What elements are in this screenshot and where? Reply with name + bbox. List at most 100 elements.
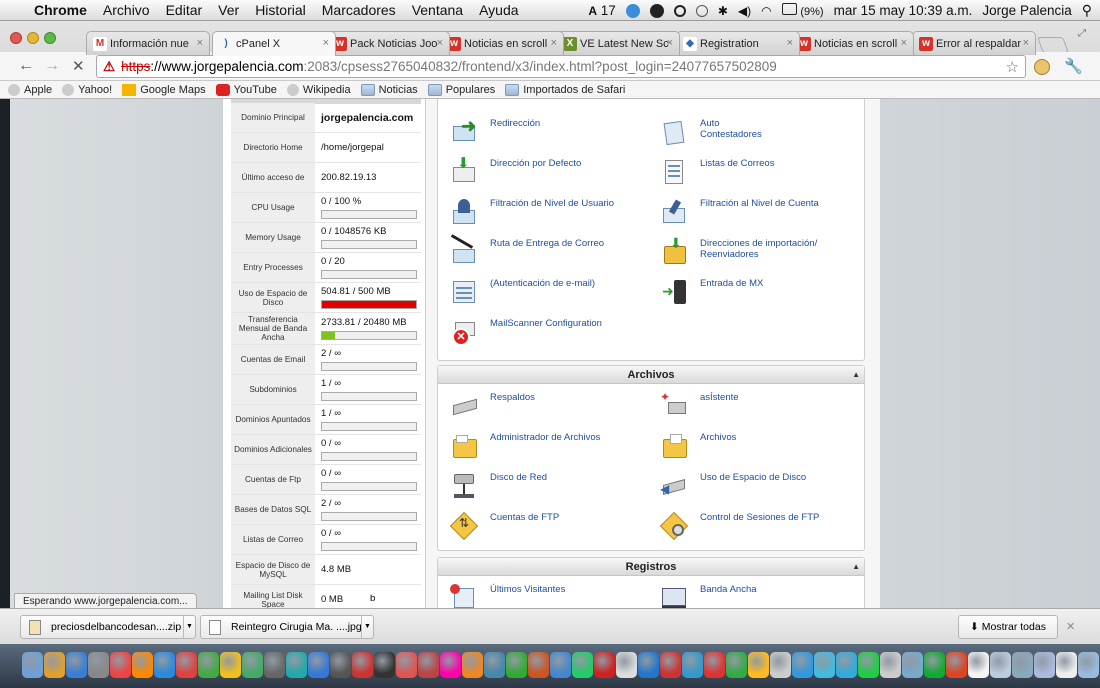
dock-app-icon[interactable] bbox=[682, 652, 703, 678]
menu-ayuda[interactable]: Ayuda bbox=[479, 2, 518, 18]
dock-app-icon[interactable] bbox=[374, 652, 395, 678]
tab-close-icon[interactable]: × bbox=[551, 37, 557, 49]
feature-label[interactable]: Filtración al Nivel de Cuenta bbox=[700, 198, 819, 209]
dock-app-icon[interactable] bbox=[880, 652, 901, 678]
feature-label[interactable]: Cuentas de FTP bbox=[490, 512, 559, 523]
sync-icon[interactable] bbox=[625, 3, 640, 18]
dock-app-icon[interactable] bbox=[924, 652, 945, 678]
menu-archivo[interactable]: Archivo bbox=[103, 2, 150, 18]
dock-app-icon[interactable] bbox=[726, 652, 747, 678]
gear-icon[interactable] bbox=[673, 4, 686, 17]
feature-link[interactable]: ⇅ Cuentas de FTP bbox=[449, 511, 650, 541]
close-shelf-icon[interactable]: ✕ bbox=[1066, 620, 1075, 633]
tab-4[interactable]: w Noticias en scroll × bbox=[440, 31, 564, 55]
tab-close-icon[interactable]: × bbox=[1023, 37, 1029, 49]
tab-2[interactable]: ) cPanel X × bbox=[212, 31, 336, 56]
dock-app-icon[interactable] bbox=[638, 652, 659, 678]
feature-label[interactable]: Disco de Red bbox=[490, 472, 547, 483]
dock-app-icon[interactable] bbox=[858, 652, 879, 678]
feature-link[interactable]: Ruta de Entrega de Correo bbox=[450, 234, 650, 266]
feature-label[interactable]: asÍstente bbox=[700, 392, 739, 403]
feature-label[interactable]: Banda Ancha bbox=[700, 584, 757, 595]
backup-wizard-icon[interactable]: ✦ bbox=[660, 391, 688, 420]
wifi-icon[interactable]: ◠ bbox=[761, 4, 771, 18]
feature-label[interactable]: Uso de Espacio de Disco bbox=[700, 472, 806, 483]
feature-label[interactable]: Auto Contestadores bbox=[700, 118, 762, 140]
dock-app-icon[interactable] bbox=[968, 652, 989, 678]
dock-app-icon[interactable] bbox=[418, 652, 439, 678]
bookmark-google-maps[interactable]: Google Maps bbox=[122, 83, 206, 96]
dock-app-icon[interactable] bbox=[132, 652, 153, 678]
dock-app-icon[interactable] bbox=[704, 652, 725, 678]
dock-app-icon[interactable] bbox=[330, 652, 351, 678]
bluetooth-icon[interactable]: ✱ bbox=[718, 4, 728, 18]
dock-app-icon[interactable] bbox=[396, 652, 417, 678]
dock-app-icon[interactable] bbox=[616, 652, 637, 678]
dock-app-icon[interactable] bbox=[44, 652, 65, 678]
tab-close-icon[interactable]: × bbox=[787, 37, 793, 49]
tab-6[interactable]: ◆ Registration × bbox=[676, 31, 800, 55]
feature-link[interactable]: Banda Ancha bbox=[660, 584, 860, 608]
menu-ver[interactable]: Ver bbox=[218, 2, 239, 18]
tab-close-icon[interactable]: × bbox=[901, 37, 907, 49]
disk-usage-icon[interactable]: ◀ bbox=[660, 472, 688, 500]
tab-5[interactable]: X VE Latest New Sc × bbox=[556, 31, 680, 55]
default-address-icon[interactable]: ⬇ bbox=[450, 156, 478, 186]
new-tab-button[interactable] bbox=[1037, 37, 1069, 53]
bookmark-wikipedia[interactable]: Wikipedia bbox=[286, 83, 351, 96]
tab-8[interactable]: w Error al respaldar × bbox=[912, 31, 1036, 55]
dock-app-icon[interactable] bbox=[440, 652, 461, 678]
file-manager-icon[interactable] bbox=[450, 432, 478, 460]
feature-label[interactable]: Control de Sesiones de FTP bbox=[700, 512, 819, 523]
dock-app-icon[interactable] bbox=[660, 652, 681, 678]
bookmark-yahoo[interactable]: Yahoo! bbox=[62, 83, 112, 96]
feature-link[interactable]: ✦ asÍstente bbox=[660, 391, 860, 420]
bookmark-folder-safari[interactable]: Importados de Safari bbox=[505, 83, 625, 96]
dock-app-icon[interactable] bbox=[550, 652, 571, 678]
feature-link[interactable]: ⬇ Direcciones de importación/ Reenviadore… bbox=[660, 236, 860, 266]
feature-link[interactable]: Filtración de Nivel de Usuario bbox=[450, 198, 650, 226]
feature-link[interactable]: ✕ MailScanner Configuration bbox=[450, 318, 650, 346]
dock-app-icon[interactable] bbox=[946, 652, 967, 678]
feature-label[interactable]: Dirección por Defecto bbox=[490, 158, 581, 169]
account-filter-icon[interactable] bbox=[660, 198, 688, 226]
stop-button[interactable]: ✕ bbox=[72, 57, 85, 75]
user-filter-icon[interactable] bbox=[450, 198, 478, 226]
tab-close-icon[interactable]: × bbox=[323, 37, 329, 49]
dock-app-icon[interactable] bbox=[110, 652, 131, 678]
files-icon[interactable] bbox=[660, 432, 688, 460]
dock-app-icon[interactable] bbox=[176, 652, 197, 678]
feature-link[interactable]: Archivos bbox=[660, 432, 860, 460]
bookmark-apple[interactable]: Apple bbox=[8, 83, 52, 96]
show-all-downloads-button[interactable]: ⬇ Mostrar todas bbox=[958, 615, 1058, 639]
dock-app-icon[interactable] bbox=[352, 652, 373, 678]
clock-text[interactable]: mar 15 may 10:39 a.m. bbox=[834, 3, 973, 18]
dock-app-icon[interactable] bbox=[264, 652, 285, 678]
feature-label[interactable]: Listas de Correos bbox=[700, 158, 774, 169]
dock-app-icon[interactable] bbox=[506, 652, 527, 678]
feature-label[interactable]: Redirección bbox=[490, 118, 540, 129]
ftp-accounts-icon[interactable]: ⇅ bbox=[449, 511, 479, 541]
network-disk-icon[interactable] bbox=[450, 472, 478, 500]
feature-label[interactable]: Últimos Visitantes bbox=[490, 584, 565, 595]
volume-icon[interactable]: ◀) bbox=[738, 4, 751, 18]
feature-link[interactable]: Control de Sesiones de FTP bbox=[659, 511, 860, 541]
mailing-list-icon[interactable] bbox=[660, 158, 688, 186]
zoom-window-button[interactable] bbox=[44, 32, 56, 44]
dock-app-icon[interactable] bbox=[836, 652, 857, 678]
feature-label[interactable]: Archivos bbox=[700, 432, 736, 443]
feature-link[interactable]: Respaldos bbox=[450, 392, 650, 420]
registros-header[interactable]: Registros ▲ bbox=[438, 558, 864, 576]
feature-link[interactable]: ➜ Redirección bbox=[450, 117, 650, 146]
dock-app-icon[interactable] bbox=[308, 652, 329, 678]
redirect-icon[interactable]: ➜ bbox=[450, 117, 478, 146]
feature-label[interactable]: Respaldos bbox=[490, 392, 535, 403]
tab-1[interactable]: M Información nue × bbox=[86, 31, 210, 55]
bookmark-star-icon[interactable]: ☆ bbox=[1006, 58, 1019, 76]
collapse-arrow-icon[interactable]: ▲ bbox=[852, 366, 860, 384]
dock-app-icon[interactable] bbox=[242, 652, 263, 678]
autoresponder-icon[interactable] bbox=[660, 118, 688, 146]
feature-link[interactable]: ◀ Uso de Espacio de Disco bbox=[660, 472, 860, 500]
user-name[interactable]: Jorge Palencia bbox=[982, 3, 1071, 18]
dock-app-icon[interactable] bbox=[88, 652, 109, 678]
